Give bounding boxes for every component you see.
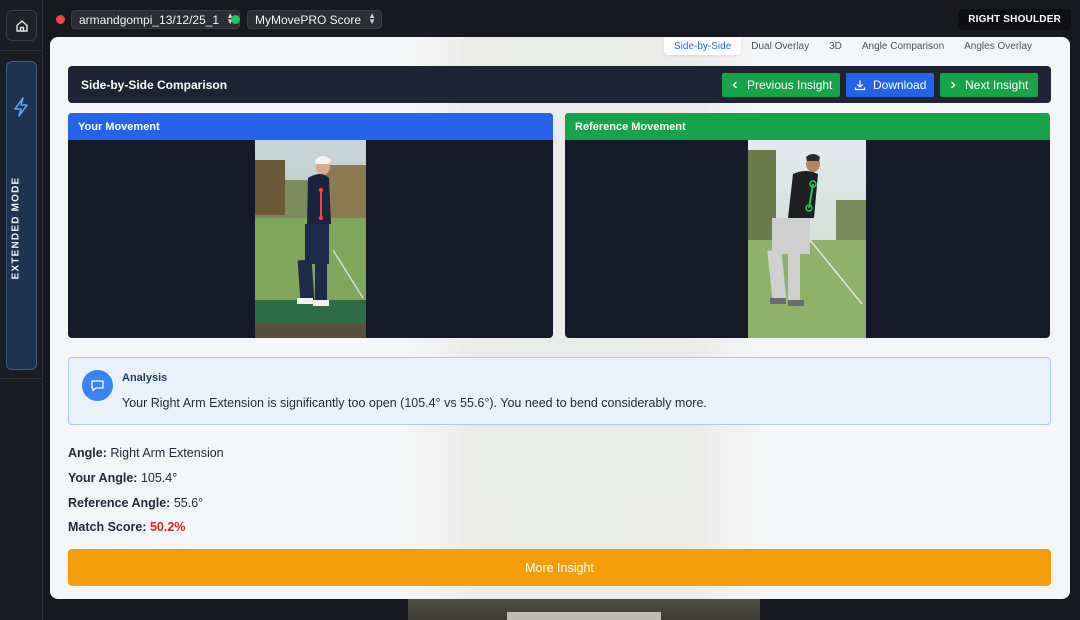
session-select[interactable]: armandgompi_13/12/25_1 ▲ ▼ bbox=[71, 10, 241, 29]
reference-movement-panel: Reference Movement bbox=[565, 113, 1050, 338]
reference-angle-stat: Reference Angle: 55.6° bbox=[68, 496, 203, 510]
background-video-highlight bbox=[507, 612, 661, 620]
rail-divider bbox=[0, 50, 43, 51]
reference-angle-value: 55.6° bbox=[173, 496, 204, 510]
home-icon bbox=[15, 19, 28, 32]
your-movement-panel: Your Movement bbox=[68, 113, 553, 338]
tab-side-by-side[interactable]: Side-by-Side bbox=[664, 37, 742, 55]
top-bar: armandgompi_13/12/25_1 ▲ ▼ MyMovePRO Scor… bbox=[43, 0, 1080, 38]
your-angle-value: 105.4° bbox=[140, 471, 178, 485]
your-movement-video[interactable] bbox=[255, 140, 366, 338]
tab-angle-comparison[interactable]: Angle Comparison bbox=[852, 37, 954, 55]
your-movement-title: Your Movement bbox=[68, 113, 553, 140]
lightning-icon bbox=[14, 97, 28, 117]
analysis-title: Analysis bbox=[122, 372, 168, 384]
comparison-card: Side-by-Side Dual Overlay 3D Angle Compa… bbox=[50, 37, 1070, 599]
your-angle-stat: Your Angle: 105.4° bbox=[68, 471, 177, 485]
your-angle-label: Your Angle: bbox=[68, 471, 138, 485]
session-status-dot bbox=[56, 15, 65, 24]
next-insight-label: Next Insight bbox=[965, 78, 1029, 92]
view-tabs: Side-by-Side Dual Overlay 3D Angle Compa… bbox=[664, 37, 1042, 55]
reference-angle-label: Reference Angle: bbox=[68, 496, 171, 510]
tab-angles-overlay[interactable]: Angles Overlay bbox=[954, 37, 1042, 55]
more-insight-button[interactable]: More Insight bbox=[68, 549, 1051, 586]
rail-divider bbox=[0, 378, 43, 379]
match-score-stat: Match Score: 50.2% bbox=[68, 520, 185, 534]
golfer-frame-image bbox=[748, 140, 866, 338]
comparison-header: Side-by-Side Comparison Previous Insight… bbox=[68, 66, 1051, 103]
select-arrows-icon: ▲ ▼ bbox=[368, 11, 377, 26]
page-title: Side-by-Side Comparison bbox=[81, 78, 228, 92]
chat-icon bbox=[82, 370, 113, 401]
download-label: Download bbox=[873, 78, 927, 92]
home-button[interactable] bbox=[6, 10, 37, 41]
download-button[interactable]: Download bbox=[846, 73, 934, 97]
previous-insight-label: Previous Insight bbox=[747, 78, 833, 92]
download-icon bbox=[854, 79, 866, 91]
angle-stat: Angle: Right Arm Extension bbox=[68, 446, 224, 460]
profile-select-value: MyMovePRO Score bbox=[255, 13, 362, 27]
joint-badge: RIGHT SHOULDER bbox=[958, 9, 1071, 30]
match-score-value: 50.2% bbox=[149, 520, 186, 534]
reference-movement-title: Reference Movement bbox=[565, 113, 1050, 140]
chevron-left-icon bbox=[730, 80, 740, 90]
analysis-box: Analysis Your Right Arm Extension is sig… bbox=[68, 357, 1051, 425]
golfer-frame-image bbox=[255, 140, 366, 338]
reference-movement-video[interactable] bbox=[748, 140, 866, 338]
next-insight-button[interactable]: Next Insight bbox=[940, 73, 1038, 97]
analysis-text: Your Right Arm Extension is significantl… bbox=[122, 396, 707, 410]
tab-3d[interactable]: 3D bbox=[819, 37, 852, 55]
session-select-value: armandgompi_13/12/25_1 bbox=[79, 13, 220, 27]
tab-dual-overlay[interactable]: Dual Overlay bbox=[741, 37, 819, 55]
angle-stat-label: Angle: bbox=[68, 446, 107, 460]
previous-insight-button[interactable]: Previous Insight bbox=[722, 73, 840, 97]
left-rail: EXTENDED MODE bbox=[0, 0, 43, 620]
chevron-right-icon bbox=[948, 80, 958, 90]
angle-stat-value: Right Arm Extension bbox=[110, 446, 224, 460]
profile-select[interactable]: MyMovePRO Score ▲ ▼ bbox=[247, 10, 383, 29]
match-score-label: Match Score: bbox=[68, 520, 147, 534]
profile-status-dot bbox=[231, 15, 240, 24]
extended-mode-label: EXTENDED MODE bbox=[10, 176, 22, 280]
